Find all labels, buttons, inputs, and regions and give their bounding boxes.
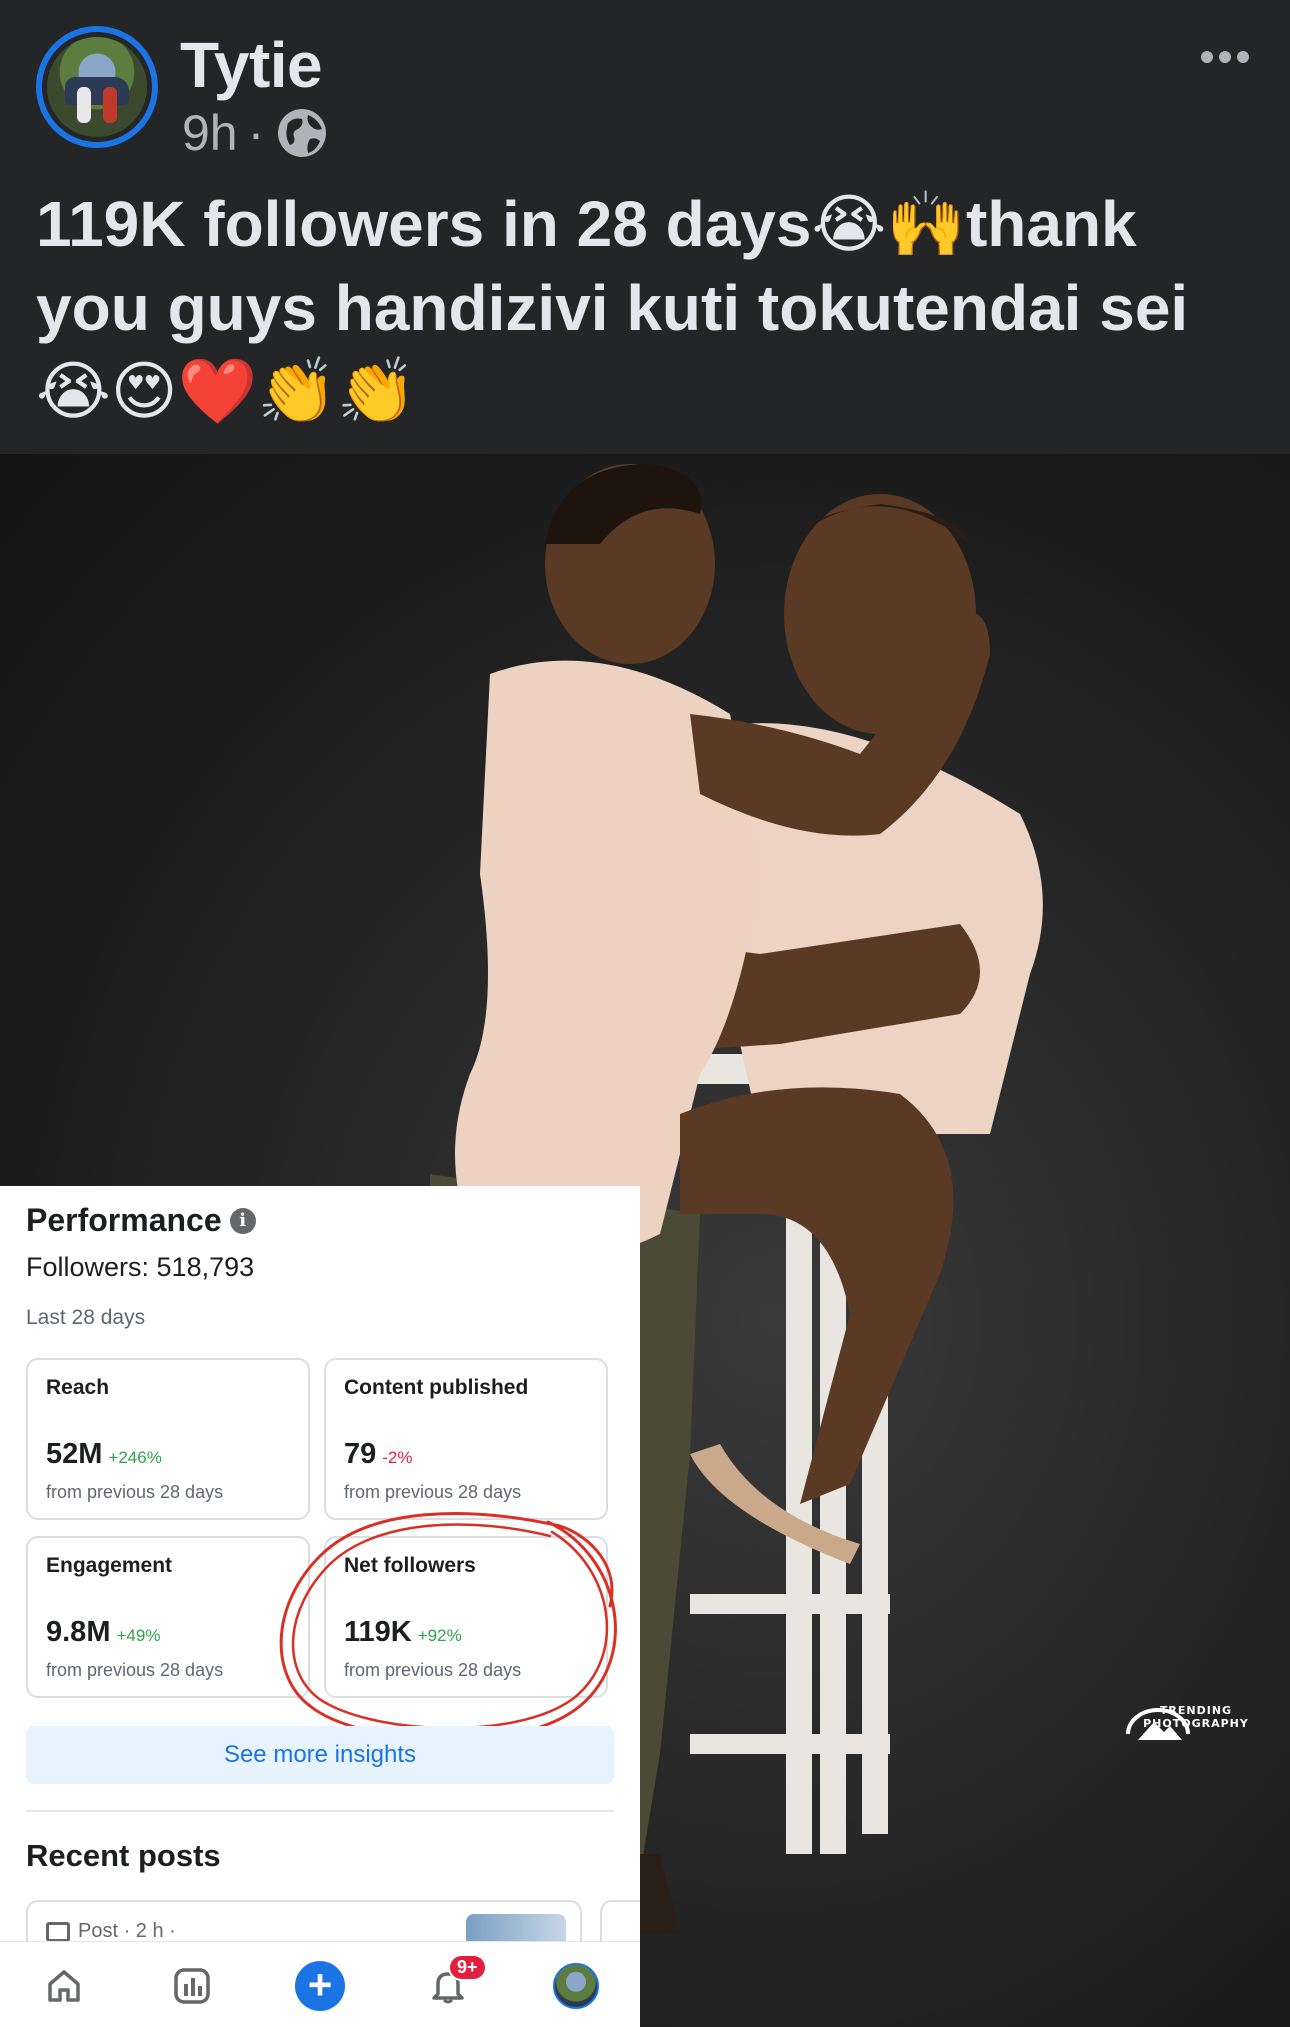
post-header: Tytie 9h · 119K followers in 28 days😭🙌th… bbox=[0, 0, 1290, 454]
metric-change: +92% bbox=[417, 1626, 462, 1645]
info-icon[interactable]: i bbox=[229, 1207, 256, 1234]
metric-card-net-followers[interactable]: Net followers 119K +92% from previous 28 … bbox=[324, 1536, 608, 1698]
post-type-icon bbox=[46, 1921, 70, 1942]
metric-card-content-published[interactable]: Content published 79 -2% from previous 28… bbox=[324, 1358, 608, 1520]
period-label: Last 28 days bbox=[26, 1306, 146, 1329]
metric-value: 79 -2% bbox=[344, 1438, 413, 1470]
post-text-line-1: 119K followers in 28 days😭🙌thank bbox=[36, 188, 1137, 260]
metric-label: Engagement bbox=[46, 1554, 173, 1577]
post-text: 119K followers in 28 days😭🙌thank you guy… bbox=[36, 182, 1256, 434]
metric-subtitle: from previous 28 days bbox=[46, 1660, 224, 1680]
divider bbox=[26, 1810, 614, 1812]
home-icon[interactable] bbox=[34, 1956, 94, 2016]
notification-badge: 9+ bbox=[448, 1954, 487, 1981]
post-meta: 9h · bbox=[182, 104, 330, 162]
metric-subtitle: from previous 28 days bbox=[46, 1482, 224, 1502]
metric-subtitle: from previous 28 days bbox=[344, 1482, 522, 1502]
avatar-image bbox=[47, 37, 147, 137]
author-avatar[interactable] bbox=[36, 26, 158, 148]
metric-subtitle: from previous 28 days bbox=[344, 1660, 522, 1680]
dashboard-icon[interactable] bbox=[162, 1956, 222, 2016]
insights-screenshot: Performance i Followers: 518,793 Last 28… bbox=[0, 1186, 640, 2027]
author-name[interactable]: Tytie bbox=[180, 28, 323, 102]
performance-title-text: Performance bbox=[26, 1202, 222, 1238]
see-more-insights-button[interactable]: See more insights bbox=[26, 1726, 614, 1784]
post-time[interactable]: 9h bbox=[182, 104, 238, 162]
recent-posts-title: Recent posts bbox=[26, 1838, 221, 1873]
watermark-logo bbox=[1126, 1708, 1190, 1740]
metric-card-reach[interactable]: Reach 52M +246% from previous 28 days bbox=[26, 1358, 310, 1520]
bell-icon[interactable]: 9+ bbox=[418, 1954, 487, 2016]
metric-value: 119K +92% bbox=[344, 1616, 462, 1648]
performance-title: Performance i bbox=[26, 1202, 256, 1239]
followers-count: Followers: 518,793 bbox=[26, 1252, 255, 1282]
metric-label: Net followers bbox=[344, 1554, 476, 1577]
more-options-icon[interactable] bbox=[1198, 40, 1252, 74]
metric-card-engagement[interactable]: Engagement 9.8M +49% from previous 28 day… bbox=[26, 1536, 310, 1698]
post-text-line-3: 😭😍❤️👏👏 bbox=[36, 355, 417, 429]
watermark: TRENDING PHOTOGRAPHY bbox=[1118, 1704, 1274, 1740]
recent-post-meta: Post · 2 h · bbox=[46, 1920, 176, 1943]
metric-change: -2% bbox=[382, 1448, 413, 1467]
meta-separator: · bbox=[247, 105, 265, 161]
metric-change: +246% bbox=[108, 1448, 162, 1467]
profile-avatar[interactable] bbox=[546, 1956, 606, 2016]
metric-label: Reach bbox=[46, 1376, 110, 1399]
metric-change: +49% bbox=[116, 1626, 161, 1645]
metric-label: Content published bbox=[344, 1376, 529, 1399]
metric-value: 9.8M +49% bbox=[46, 1616, 161, 1648]
bottom-navigation: + 9+ bbox=[0, 1941, 640, 2027]
metric-value: 52M +246% bbox=[46, 1438, 162, 1470]
create-icon[interactable]: + bbox=[290, 1956, 350, 2016]
recent-post-meta-text: Post · 2 h · bbox=[78, 1920, 176, 1942]
post-text-line-2: you guys handizivi kuti tokutendai sei bbox=[36, 272, 1189, 344]
globe-icon bbox=[274, 105, 330, 161]
